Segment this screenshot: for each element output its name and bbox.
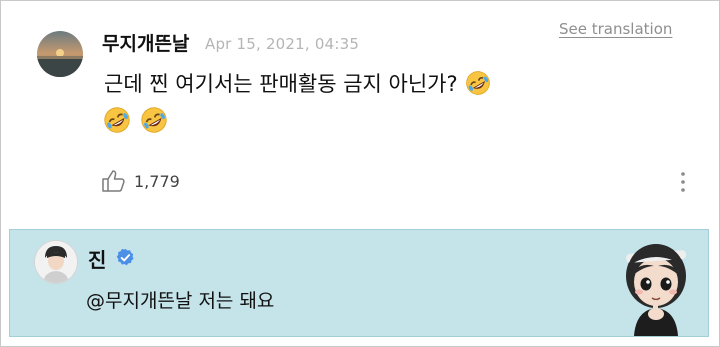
- rolling-laughing-emoji-icon: [141, 107, 167, 133]
- comment-text-content: 근데 찐 여기서는 판매활동 금지 아닌가?: [104, 72, 458, 96]
- user-avatar[interactable]: [37, 31, 83, 77]
- artist-reply: 진 @무지개뜬날 저는 돼요: [9, 229, 709, 337]
- like-count: 1,779: [134, 172, 180, 191]
- comment-timestamp: Apr 15, 2021, 04:35: [205, 35, 360, 53]
- character-illustration: [626, 244, 687, 336]
- comment-card: 무지개뜬날 Apr 15, 2021, 04:35 See translatio…: [0, 0, 720, 347]
- more-options-button[interactable]: [675, 169, 691, 195]
- like-button[interactable]: [101, 169, 127, 193]
- reply-avatar[interactable]: [34, 240, 78, 284]
- emoji-row: [102, 105, 169, 135]
- reply-message: 저는 돼요: [198, 290, 275, 312]
- reply-text: @무지개뜬날 저는 돼요: [86, 286, 274, 313]
- reply-author-name[interactable]: 진: [88, 244, 106, 273]
- rolling-laughing-emoji-icon: [104, 107, 130, 133]
- see-translation-link[interactable]: See translation: [559, 20, 672, 38]
- thumbs-up-icon: [102, 170, 125, 192]
- reply-mention[interactable]: @무지개뜬날: [86, 290, 192, 312]
- comment-author-name[interactable]: 무지개뜬날: [102, 29, 189, 56]
- rolling-laughing-emoji-icon: [466, 71, 491, 95]
- more-vertical-icon: [681, 172, 685, 192]
- verified-badge-icon: [116, 248, 134, 266]
- comment-text: 근데 찐 여기서는 판매활동 금지 아닌가?: [104, 69, 492, 99]
